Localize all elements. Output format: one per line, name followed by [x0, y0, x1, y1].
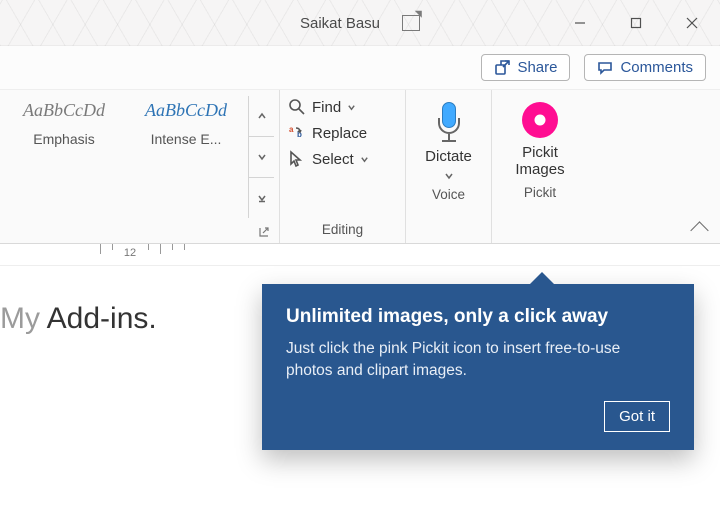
styles-gallery-scroll [248, 96, 274, 218]
svg-text:a: a [289, 125, 294, 134]
styles-dialog-launcher[interactable] [258, 225, 270, 237]
replace-icon: a b [288, 124, 306, 142]
ruler-tick [160, 244, 161, 254]
voice-group-label: Voice [432, 183, 465, 208]
ruler-tick [172, 244, 173, 250]
dictate-button[interactable]: Dictate [419, 98, 478, 183]
style-tile-intense-emphasis[interactable]: AaBbCcDd Intense E... [126, 96, 246, 218]
style-tile-emphasis[interactable]: AaBbCcDd Emphasis [4, 96, 124, 218]
styles-scroll-up[interactable] [249, 96, 274, 137]
replace-label: Replace [312, 125, 367, 142]
chevron-down-icon [444, 171, 454, 181]
chevron-down-icon [347, 103, 356, 112]
find-label: Find [312, 99, 341, 116]
voice-group: Dictate Voice [406, 90, 492, 243]
share-icon [494, 60, 510, 76]
ribbon: AaBbCcDd Emphasis AaBbCcDd Intense E... … [0, 90, 720, 244]
comments-button[interactable]: Comments [584, 54, 706, 81]
minimize-icon [573, 16, 587, 30]
replace-button[interactable]: a b Replace [286, 120, 399, 146]
title-bar: Saikat Basu [0, 0, 720, 46]
ruler[interactable]: 12 [0, 244, 720, 266]
find-button[interactable]: Find [286, 94, 399, 120]
style-name: Intense E... [126, 131, 246, 147]
window-controls [552, 0, 720, 46]
chevron-down-icon [360, 155, 369, 164]
comments-icon [597, 60, 613, 76]
pickit-icon [520, 100, 560, 140]
select-button[interactable]: Select [286, 146, 399, 172]
select-icon [288, 150, 306, 168]
style-sample: AaBbCcDd [126, 100, 246, 121]
ruler-tick [148, 244, 149, 250]
share-label: Share [517, 59, 557, 76]
pickit-images-button[interactable]: PickitImages [509, 98, 570, 181]
ruler-tick [184, 244, 185, 250]
style-name: Emphasis [4, 131, 124, 147]
callout-title: Unlimited images, only a click away [286, 306, 670, 328]
callout-body: Just click the pink Pickit icon to inser… [286, 338, 670, 383]
close-button[interactable] [664, 0, 720, 46]
pickit-group: PickitImages Pickit [492, 90, 588, 243]
close-icon [685, 16, 699, 30]
maximize-icon [629, 16, 643, 30]
ribbon-display-options-icon[interactable] [402, 15, 420, 31]
find-icon [288, 98, 306, 116]
style-sample: AaBbCcDd [4, 100, 124, 121]
share-bar: Share Comments [0, 46, 720, 90]
minimize-button[interactable] [552, 0, 608, 46]
ruler-tick [100, 244, 101, 254]
share-button[interactable]: Share [481, 54, 570, 81]
ruler-tick [112, 244, 113, 250]
select-label: Select [312, 151, 354, 168]
pickit-group-label: Pickit [524, 181, 556, 206]
ruler-number: 12 [124, 247, 136, 259]
account-name[interactable]: Saikat Basu [300, 15, 380, 32]
comments-label: Comments [620, 59, 693, 76]
styles-scroll-down[interactable] [249, 137, 274, 178]
got-it-button[interactable]: Got it [604, 401, 670, 432]
editing-group: Find a b Replace Select Editing [280, 90, 406, 243]
pickit-button-label: PickitImages [515, 144, 564, 179]
maximize-button[interactable] [608, 0, 664, 46]
microphone-icon [432, 100, 466, 144]
editing-group-label: Editing [286, 218, 399, 243]
styles-group: AaBbCcDd Emphasis AaBbCcDd Intense E... … [0, 90, 280, 243]
dictate-label: Dictate [425, 148, 472, 165]
pickit-callout: Unlimited images, only a click away Just… [262, 284, 694, 450]
styles-expand[interactable] [249, 178, 274, 218]
